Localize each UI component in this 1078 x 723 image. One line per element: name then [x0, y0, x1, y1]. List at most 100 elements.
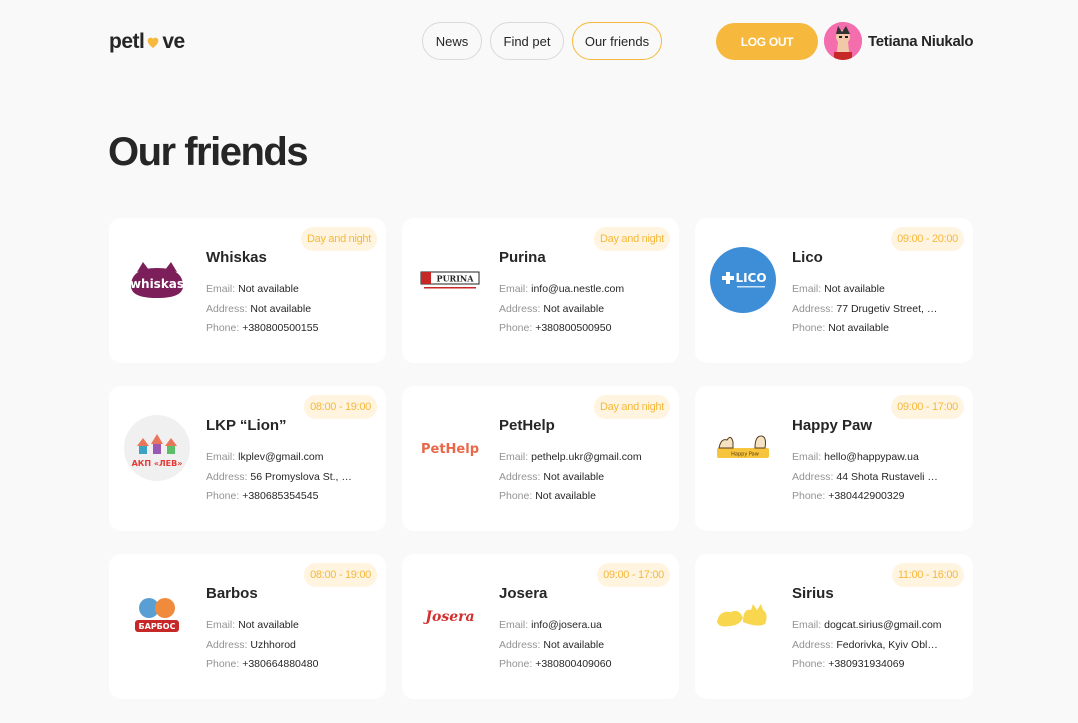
friend-email[interactable]: Email: pethelp.ukr@gmail.com: [499, 448, 649, 468]
friend-name[interactable]: Purina: [499, 249, 649, 266]
heart-icon: [148, 37, 159, 48]
friend-address: Address: Not available: [499, 302, 605, 315]
friend-name[interactable]: Barbos: [206, 585, 356, 602]
main-nav: News Find pet Our friends: [422, 22, 662, 60]
friend-name[interactable]: PetHelp: [499, 417, 649, 434]
friend-address[interactable]: Address: 44 Shota Rustaveli S...: [792, 468, 942, 488]
lkp-lion-logo: АКП «ЛЕВ»: [124, 415, 190, 481]
friend-email: Email: Not available: [792, 283, 885, 295]
friend-name[interactable]: LKP “Lion”: [206, 417, 356, 434]
svg-text:PetHelp: PetHelp: [421, 442, 479, 457]
user-avatar[interactable]: [824, 22, 862, 60]
friend-info: LKP “Lion” Email: lkplev@gmail.com Addre…: [206, 417, 356, 507]
friend-card: Day and night whiskas Whiskas Email: Not…: [109, 218, 386, 363]
friend-card: 09:00 - 20:00 LICO Lico Email: Not avail…: [695, 218, 973, 363]
lico-logo: LICO: [710, 247, 776, 313]
svg-text:PURINA: PURINA: [437, 274, 475, 284]
friend-logo[interactable]: АКП «ЛЕВ»: [123, 414, 191, 482]
friend-name[interactable]: Josera: [499, 585, 649, 602]
hours-badge: 09:00 - 20:00: [891, 227, 964, 251]
friend-info: Whiskas Email: Not available Address: No…: [206, 249, 356, 339]
barbos-logo: БАРБОС: [135, 598, 179, 632]
header: petl ve News Find pet Our friends LOG OU…: [0, 0, 1078, 84]
friend-name[interactable]: Happy Paw: [792, 417, 942, 434]
friend-logo[interactable]: LICO: [709, 246, 777, 314]
friend-email[interactable]: Email: dogcat.sirius@gmail.com: [792, 616, 942, 636]
friend-info: PetHelp Email: pethelp.ukr@gmail.com Add…: [499, 417, 649, 507]
happy-paw-logo: Happy Paw: [717, 435, 769, 458]
friend-email[interactable]: Email: hello@happypaw.ua: [792, 448, 942, 468]
hours-badge: 09:00 - 17:00: [891, 395, 964, 419]
friend-name[interactable]: Whiskas: [206, 249, 356, 266]
hours-badge: 08:00 - 19:00: [304, 395, 377, 419]
nav-news[interactable]: News: [422, 22, 482, 60]
friend-email[interactable]: Email: info@josera.ua: [499, 616, 649, 636]
friend-info: Josera Email: info@josera.ua Address: No…: [499, 585, 649, 675]
friends-grid: Day and night whiskas Whiskas Email: Not…: [109, 218, 973, 699]
logout-button[interactable]: LOG OUT: [716, 23, 818, 60]
svg-text:Josera: Josera: [422, 609, 474, 625]
friend-phone[interactable]: Phone: +380664880480: [206, 655, 356, 675]
friend-phone[interactable]: Phone: +380685354545: [206, 487, 356, 507]
hours-badge: 11:00 - 16:00: [891, 563, 964, 587]
hours-badge: 08:00 - 19:00: [304, 563, 377, 587]
friend-address: Address: Not available: [499, 470, 605, 483]
friend-email[interactable]: Email: lkplev@gmail.com: [206, 448, 356, 468]
friend-logo[interactable]: Happy Paw: [709, 414, 777, 482]
friend-logo[interactable]: [709, 582, 777, 650]
friend-info: Happy Paw Email: hello@happypaw.ua Addre…: [792, 417, 942, 507]
friend-address[interactable]: Address: 77 Drugetiv Street, U...: [792, 300, 942, 320]
friend-name[interactable]: Sirius: [792, 585, 942, 602]
logo[interactable]: petl ve: [109, 30, 185, 54]
pethelp-logo: PetHelp: [421, 442, 479, 457]
friend-phone[interactable]: Phone: +380442900329: [792, 487, 942, 507]
friend-logo[interactable]: Josera: [416, 582, 484, 650]
friend-logo[interactable]: PetHelp: [416, 414, 484, 482]
friend-card: 08:00 - 19:00 АКП «ЛЕВ» LKP “Lion” Email…: [109, 386, 386, 531]
friend-card: Day and night PetHelp PetHelp Email: pet…: [402, 386, 679, 531]
friend-address[interactable]: Address: 56 Promyslova St., Lv...: [206, 468, 356, 488]
nav-our-friends[interactable]: Our friends: [572, 22, 662, 60]
friend-info: Sirius Email: dogcat.sirius@gmail.com Ad…: [792, 585, 942, 675]
friend-address[interactable]: Address: Uzhhorod: [206, 636, 356, 656]
hours-badge: Day and night: [594, 395, 670, 419]
friend-email: Email: Not available: [206, 283, 299, 295]
user-name[interactable]: Tetiana Niukalo: [868, 33, 974, 50]
svg-text:LICO: LICO: [735, 271, 766, 285]
friend-phone[interactable]: Phone: +380931934069: [792, 655, 942, 675]
friend-email[interactable]: Email: info@ua.nestle.com: [499, 280, 649, 300]
friend-info: Barbos Email: Not available Address: Uzh…: [206, 585, 356, 675]
svg-text:АКП «ЛЕВ»: АКП «ЛЕВ»: [132, 459, 183, 468]
friend-card: 09:00 - 17:00 Happy Paw Happy Paw Email:…: [695, 386, 973, 531]
avatar-image: [824, 22, 862, 60]
friend-logo[interactable]: БАРБОС: [123, 582, 191, 650]
friend-name[interactable]: Lico: [792, 249, 942, 266]
svg-text:whiskas: whiskas: [130, 277, 184, 291]
friend-email: Email: Not available: [206, 619, 299, 631]
friend-card: 08:00 - 19:00 БАРБОС Barbos Email: Not a…: [109, 554, 386, 699]
hours-badge: 09:00 - 17:00: [597, 563, 670, 587]
friend-phone: Phone: +380800500155: [206, 322, 319, 334]
friend-phone: Phone: Not available: [792, 322, 889, 334]
hours-badge: Day and night: [594, 227, 670, 251]
friend-phone[interactable]: Phone: +380800500950: [499, 319, 649, 339]
friend-address[interactable]: Address: Fedorivka, Kyiv Oblas...: [792, 636, 942, 656]
friend-address: Address: Not available: [499, 638, 605, 651]
whiskas-logo: whiskas: [130, 262, 184, 298]
friend-address: Address: Not available: [206, 302, 312, 315]
svg-text:БАРБОС: БАРБОС: [139, 622, 176, 631]
friend-card: Day and night PURINA Purina Email: info@…: [402, 218, 679, 363]
nav-find-pet[interactable]: Find pet: [490, 22, 564, 60]
friend-logo[interactable]: whiskas: [123, 246, 191, 314]
friend-phone: Phone: Not available: [499, 490, 596, 502]
josera-logo: Josera: [422, 609, 474, 625]
page-title: Our friends: [108, 130, 309, 174]
sirius-logo: [717, 604, 767, 627]
svg-text:Happy Paw: Happy Paw: [731, 452, 759, 458]
purina-logo: PURINA: [420, 271, 480, 289]
friend-logo[interactable]: PURINA: [416, 246, 484, 314]
friend-card: 11:00 - 16:00 Sirius Email: dogcat.siriu…: [695, 554, 973, 699]
friend-card: 09:00 - 17:00 Josera Josera Email: info@…: [402, 554, 679, 699]
friend-phone[interactable]: Phone: +380800409060: [499, 655, 649, 675]
friend-info: Lico Email: Not available Address: 77 Dr…: [792, 249, 942, 339]
